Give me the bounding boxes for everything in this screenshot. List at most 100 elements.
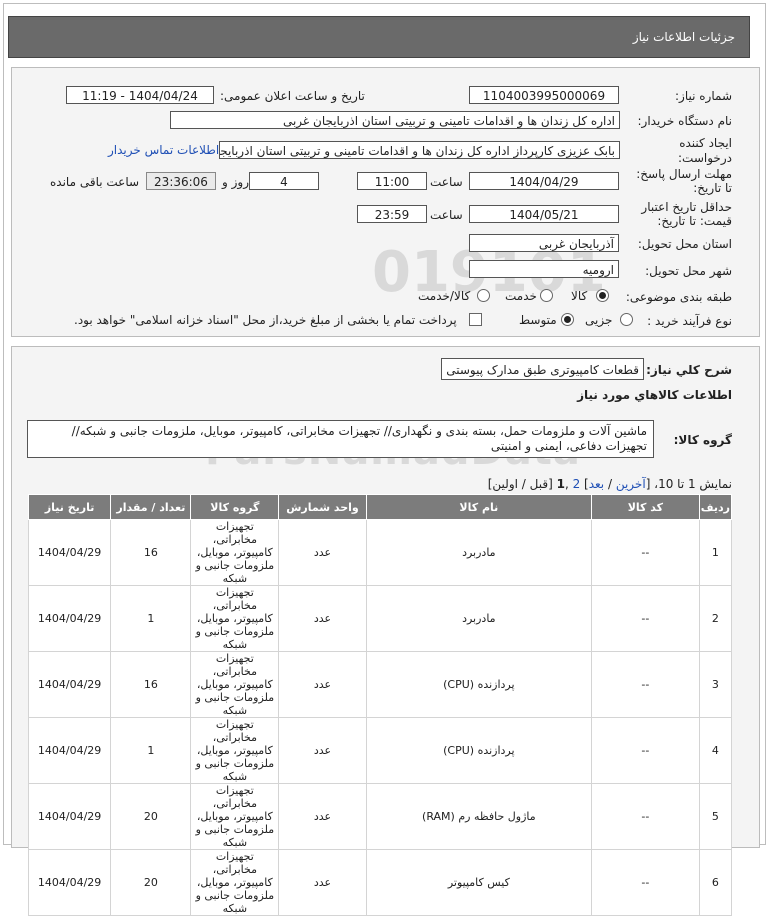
price-validity-label-1: حداقل تاریخ اعتبار <box>641 200 732 214</box>
pagination-suffix: [قبل / اولین] <box>487 477 557 491</box>
cell-unit: عدد <box>278 651 367 718</box>
reply-time-field[interactable]: 11:00 <box>357 172 427 190</box>
cell-qty: 1 <box>110 717 192 784</box>
col-name-header: نام کالا <box>365 494 592 520</box>
category-radio-goods[interactable] <box>596 289 609 302</box>
need-number-field[interactable]: 1104003995000069 <box>469 86 619 104</box>
col-date-header: تاریخ نیاز <box>27 494 112 520</box>
pagination-mid: ] <box>580 477 589 491</box>
cell-group: تجهیزات مخابراتی، کامپیوتر، موبایل، ملزو… <box>190 519 280 586</box>
pagination-sep: / <box>604 477 616 491</box>
col-unit-header: واحد شمارش <box>278 494 367 520</box>
goods-group-line1: ماشین آلات و ملزومات حمل، بسته بندی و نگ… <box>71 424 647 438</box>
summary-field[interactable]: قطعات کامپیوتری طبق مدارک پیوستی <box>441 358 644 380</box>
cell-group: تجهیزات مخابراتی، کامپیوتر، موبایل، ملزو… <box>190 717 280 784</box>
announce-field[interactable]: 1404/04/24 - 11:19 <box>66 86 214 104</box>
cell-name: ماژول حافظه رم (RAM) <box>365 783 592 850</box>
goods-group-label: گروه کالا: <box>673 433 732 447</box>
cell-code: -- <box>590 585 700 652</box>
pagination-comma: , <box>564 477 573 491</box>
goods-group-field[interactable]: ماشین آلات و ملزومات حمل، بسته بندی و نگ… <box>27 420 654 458</box>
cell-qty: 16 <box>110 519 192 586</box>
pagination-page-1: 1 <box>556 477 565 491</box>
category-option-goods-service: کالا/خدمت <box>418 289 471 303</box>
cell-name: پردازنده (CPU) <box>365 717 592 784</box>
treasury-payment-checkbox[interactable] <box>469 313 482 326</box>
col-row-header: ردیف <box>698 494 733 520</box>
province-field[interactable]: آذربایجان غربی <box>469 234 619 252</box>
goods-table-header: ردیف کد کالا نام کالا واحد شمارش گروه کا… <box>27 494 733 520</box>
city-field[interactable]: ارومیه <box>469 260 619 278</box>
remaining-time-label: ساعت باقی مانده <box>50 175 140 189</box>
table-row: 4 -- پردازنده (CPU) عدد تجهیزات مخابراتی، کا… <box>27 717 733 784</box>
reply-deadline-label-2: تا تاریخ: <box>693 181 732 195</box>
creator-field[interactable]: بابک عزیزی کارپرداز اداره کل زندان ها و … <box>219 141 620 159</box>
cell-row: 3 <box>698 651 733 718</box>
cell-row: 2 <box>698 585 733 652</box>
cell-qty: 20 <box>110 783 192 850</box>
reply-date-field[interactable]: 1404/04/29 <box>469 172 619 190</box>
cell-date: 1404/04/29 <box>27 849 112 916</box>
city-label: شهر محل تحویل: <box>645 264 732 278</box>
pagination-prefix: نمایش 1 تا 10، [ <box>645 477 732 491</box>
cell-code: -- <box>590 651 700 718</box>
cell-row: 1 <box>698 519 733 586</box>
reply-deadline-label-1: مهلت ارسال پاسخ: <box>636 167 732 181</box>
need-number-label: شماره نیاز: <box>675 89 732 103</box>
summary-label: شرح کلي نياز: <box>646 363 732 377</box>
cell-row: 5 <box>698 783 733 850</box>
cell-code: -- <box>590 519 700 586</box>
pagination: نمایش 1 تا 10، [آخرین / بعد] 2 ,1 [قبل /… <box>488 477 732 491</box>
cell-date: 1404/04/29 <box>27 519 112 586</box>
buyer-contact-link[interactable]: اطلاعات تماس خریدار <box>108 143 219 157</box>
category-radio-goods-service[interactable] <box>477 289 490 302</box>
cell-unit: عدد <box>278 519 367 586</box>
creator-label-1: ایجاد کننده <box>679 136 732 150</box>
price-validity-label-2: قیمت: تا تاریخ: <box>657 214 732 228</box>
cell-unit: عدد <box>278 585 367 652</box>
table-row: 6 -- کیس کامپیوتر عدد تجهیزات مخابراتی، کامپ… <box>27 849 733 916</box>
announce-label: تاریخ و ساعت اعلان عمومی: <box>220 89 365 103</box>
cell-code: -- <box>590 849 700 916</box>
reply-time-label: ساعت <box>430 175 463 189</box>
cell-group: تجهیزات مخابراتی، کامپیوتر، موبایل، ملزو… <box>190 783 280 850</box>
creator-label-2: درخواست: <box>678 151 732 165</box>
days-field[interactable]: 4 <box>249 172 319 190</box>
page-title: جزئیات اطلاعات نیاز <box>632 30 735 44</box>
remaining-time-field: 23:36:06 <box>146 172 216 190</box>
cell-date: 1404/04/29 <box>27 717 112 784</box>
category-option-goods: کالا <box>571 289 588 303</box>
cell-row: 6 <box>698 849 733 916</box>
table-row: 3 -- پردازنده (CPU) عدد تجهیزات مخابراتی، کا… <box>27 651 733 718</box>
table-row: 5 -- ماژول حافظه رم (RAM) عدد تجهیزات مخابرا… <box>27 783 733 850</box>
pagination-last-link[interactable]: آخرین <box>616 477 646 491</box>
process-option-minor: جزیی <box>585 313 613 327</box>
col-code-header: کد کالا <box>590 494 700 520</box>
validity-time-field[interactable]: 23:59 <box>357 205 427 223</box>
cell-group: تجهیزات مخابراتی، کامپیوتر، موبایل، ملزو… <box>190 651 280 718</box>
days-label: روز و <box>222 175 249 189</box>
cell-qty: 1 <box>110 585 192 652</box>
cell-date: 1404/04/29 <box>27 585 112 652</box>
process-radio-medium[interactable] <box>561 313 574 326</box>
cell-unit: عدد <box>278 783 367 850</box>
cell-group: تجهیزات مخابراتی، کامپیوتر، موبایل، ملزو… <box>190 585 280 652</box>
cell-unit: عدد <box>278 717 367 784</box>
cell-group: تجهیزات مخابراتی، کامپیوتر، موبایل، ملزو… <box>190 849 280 916</box>
col-group-header: گروه کالا <box>190 494 280 520</box>
cell-unit: عدد <box>278 849 367 916</box>
buyer-org-field[interactable]: اداره کل زندان ها و اقدامات تامینی و ترب… <box>170 111 620 129</box>
goods-group-line2: تجهیزات دفاعی، ایمنی و امنیتی <box>490 439 647 453</box>
process-radio-minor[interactable] <box>620 313 633 326</box>
buyer-org-label: نام دستگاه خریدار: <box>637 114 733 128</box>
cell-date: 1404/04/29 <box>27 783 112 850</box>
cell-name: کیس کامپیوتر <box>365 849 592 916</box>
process-label: نوع فرآیند خرید : <box>647 314 732 328</box>
category-radio-service[interactable] <box>540 289 553 302</box>
pagination-next-link[interactable]: بعد <box>589 477 604 491</box>
validity-date-field[interactable]: 1404/05/21 <box>469 205 619 223</box>
table-row: 2 -- مادربرد عدد تجهیزات مخابراتی، کامپیوتر،… <box>27 585 733 652</box>
page-header: جزئیات اطلاعات نیاز <box>8 16 750 58</box>
col-qty-header: تعداد / مقدار <box>110 494 192 520</box>
province-label: استان محل تحویل: <box>637 237 732 251</box>
